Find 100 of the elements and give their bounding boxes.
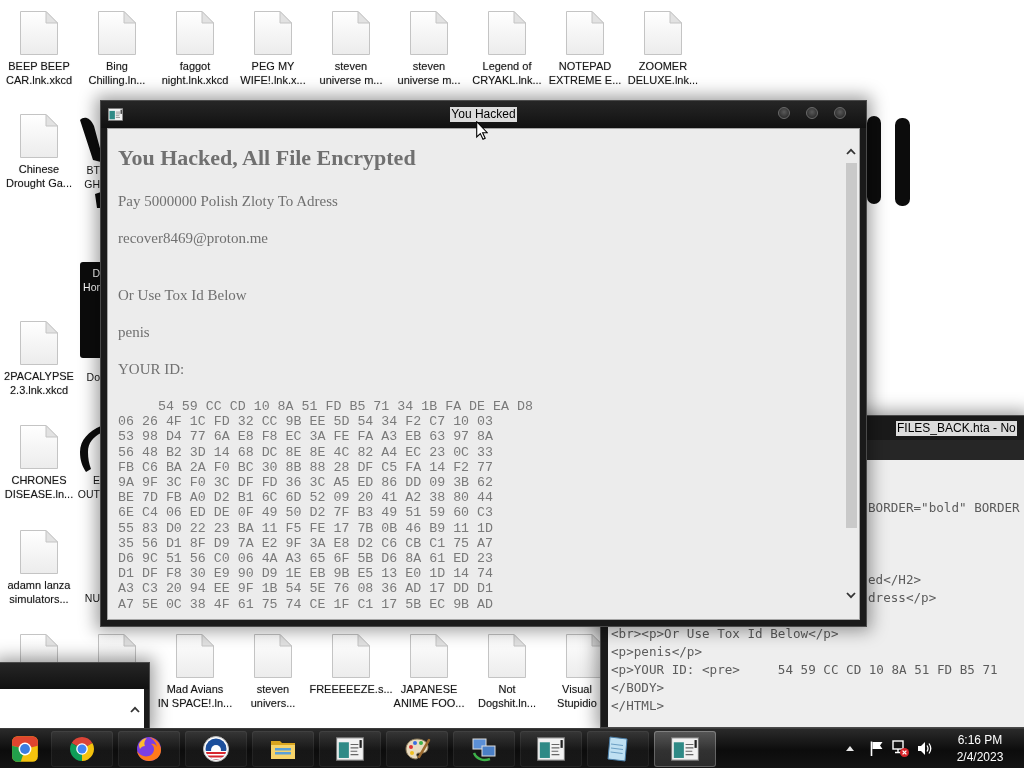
code-line: ed</H2> [868, 571, 922, 589]
icon-label[interactable]: E OUT [77, 473, 100, 501]
icon-label[interactable]: FREEEEEZE.s... [309, 682, 393, 696]
file-icon[interactable] [565, 633, 600, 679]
hex-line: 6E C4 06 ED DE 0F 49 50 D2 7F B3 49 51 59 60 C3 [118, 505, 494, 521]
caret-up-icon[interactable] [846, 746, 854, 751]
flag-icon[interactable] [870, 741, 883, 756]
file-icon[interactable] [409, 633, 449, 679]
file-icon[interactable] [97, 10, 137, 56]
taskbar-button[interactable] [252, 730, 314, 767]
file-icon[interactable] [19, 424, 59, 470]
taskbar-button[interactable] [453, 730, 515, 767]
taskbar-button[interactable] [319, 730, 381, 767]
hex-line: BE 7D FB A0 D2 B1 6C 6D 52 09 20 41 A2 38 80 44 [118, 490, 494, 506]
minimize-button[interactable] [778, 107, 790, 119]
file-icon[interactable] [97, 633, 137, 662]
window-title: FILES_BACK.hta - No [896, 420, 1017, 436]
close-button[interactable] [834, 107, 846, 119]
icon-label[interactable]: steven univers... [250, 682, 296, 710]
image-thumbnail[interactable] [79, 116, 101, 208]
image-thumbnail[interactable] [79, 426, 101, 472]
chevron-down-icon[interactable] [846, 592, 856, 599]
code-line: <p>penis</p> [611, 643, 702, 661]
icon-label[interactable]: steven universe m... [319, 59, 383, 87]
file-icon[interactable] [409, 10, 449, 56]
icon-label[interactable]: Do [86, 370, 100, 384]
hex-line: D1 DF F8 30 E9 90 D9 1E EB 9B E5 13 E0 1D 14 74 [118, 566, 494, 582]
network-icon[interactable] [892, 740, 909, 757]
clock-button[interactable]: 6:16 PM 2/4/2023 [948, 731, 1012, 766]
icon-label[interactable]: Not Dogshit.ln... [477, 682, 537, 710]
icon-label[interactable]: BEEP BEEP CAR.lnk.xkcd [6, 59, 72, 87]
image-thumbnail[interactable] [867, 116, 910, 206]
window-icon [108, 108, 123, 121]
window-title: You Hacked [450, 107, 517, 122]
taskbar-button[interactable] [51, 730, 113, 767]
code-line: dress</p> [868, 589, 937, 607]
hex-line: 53 98 D4 77 6A E8 F8 EC 3A FE FA A3 EB 63 97 8A [118, 429, 494, 445]
file-icon[interactable] [643, 10, 683, 56]
flame-globe-icon [135, 734, 163, 763]
code-line: </HTML> [611, 697, 665, 715]
code-line: <br><p>Or Use Tox Id Below</p> [611, 625, 839, 643]
window-icon [671, 734, 699, 763]
maximize-button[interactable] [806, 107, 818, 119]
file-icon[interactable] [565, 10, 605, 56]
paragraph-text: YOUR ID: [118, 360, 185, 378]
file-icon[interactable] [331, 633, 371, 679]
window-icon [336, 734, 364, 763]
icon-label[interactable]: Visual Stupidio [557, 682, 597, 710]
icon-label[interactable]: CHRONES DISEASE.ln... [4, 473, 74, 501]
icon-label[interactable]: Mad Avians IN SPACE!.ln... [157, 682, 233, 710]
hex-line: 56 48 B2 3D 14 68 DC 8E 8E 4C 82 A4 EC 23 0C 33 [118, 444, 494, 460]
icon-label[interactable]: faggot night.lnk.xkcd [161, 59, 229, 87]
file-icon[interactable] [19, 10, 59, 56]
file-icon[interactable] [19, 113, 59, 159]
circle-logo-icon [68, 734, 96, 763]
mouse-pointer-icon [476, 121, 488, 140]
start-logo-icon[interactable] [10, 733, 40, 764]
icon-label[interactable]: Bing Chilling.ln... [88, 59, 146, 87]
file-icon[interactable] [253, 10, 293, 56]
paragraph-text: Pay 5000000 Polish Zloty To Adress [118, 192, 338, 210]
file-icon[interactable] [487, 633, 527, 679]
icon-label[interactable]: steven universe m... [397, 59, 461, 87]
icon-label[interactable]: Chinese Drought Ga... [5, 162, 72, 190]
taskbar-button[interactable] [654, 730, 716, 767]
icon-label[interactable]: JAPANESE ANIME FOO... [393, 682, 465, 710]
icon-label[interactable]: PEG MY WIFE!.lnk.x... [240, 59, 306, 87]
icon-label[interactable]: NU [84, 591, 100, 605]
file-icon[interactable] [19, 320, 59, 366]
speaker-icon[interactable] [917, 741, 933, 756]
window-icon [537, 734, 565, 763]
paragraph-text: recover8469@proton.me [118, 229, 268, 247]
icon-label[interactable]: ZOOMER DELUXE.lnk... [627, 59, 699, 87]
icon-label[interactable]: Legend of CRYAKL.lnk... [472, 59, 542, 87]
hex-line: 55 83 D0 22 23 BA 11 F5 FE 17 7B 0B 46 B9 11 1D [118, 520, 494, 536]
taskbar-button[interactable] [118, 730, 180, 767]
taskbar-button[interactable] [386, 730, 448, 767]
round-logo-icon [202, 734, 230, 763]
icon-label[interactable]: adamn lanza simulators... [7, 578, 71, 606]
chevron-up-icon[interactable] [846, 148, 856, 155]
taskbar-button[interactable] [587, 730, 649, 767]
scrollbar-thumb[interactable] [845, 163, 857, 528]
file-icon[interactable] [331, 10, 371, 56]
taskbar-button[interactable] [185, 730, 247, 767]
paragraph-text: Or Use Tox Id Below [118, 286, 247, 304]
icon-label[interactable]: NOTEPAD EXTREME E... [548, 59, 622, 87]
file-icon[interactable] [19, 633, 59, 662]
chevron-up-icon[interactable] [130, 705, 140, 713]
file-icon[interactable] [175, 633, 215, 679]
image-thumbnail[interactable] [80, 262, 100, 358]
hex-line: FB C6 BA 2A F0 BC 30 8B 88 28 DF C5 FA 14 F2 77 [118, 459, 494, 475]
code-line: <p>YOUR ID: <pre> 54 59 CC CD 10 8A 51 FD B5 71 [611, 661, 998, 679]
paragraph-text: penis [118, 323, 150, 341]
file-icon[interactable] [487, 10, 527, 56]
file-icon[interactable] [175, 10, 215, 56]
icon-label[interactable]: BT GH [84, 163, 100, 191]
hex-line: 54 59 CC CD 10 8A 51 FD B5 71 34 1B FA DE EA D8 [156, 399, 533, 415]
file-icon[interactable] [253, 633, 293, 679]
taskbar-button[interactable] [520, 730, 582, 767]
file-icon[interactable] [19, 529, 59, 575]
icon-label[interactable]: 2PACALYPSE 2.3.lnk.xkcd [4, 369, 74, 397]
